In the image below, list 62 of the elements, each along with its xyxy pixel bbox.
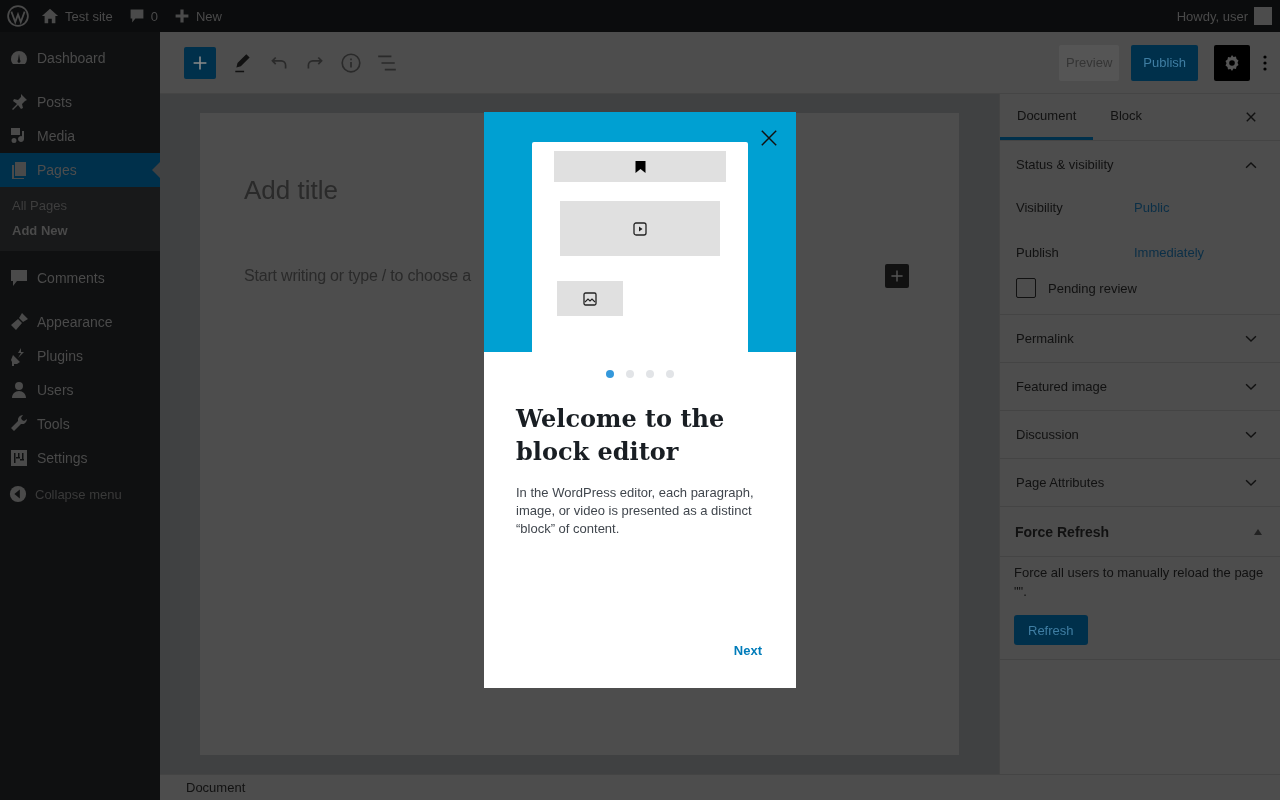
more-options-icon[interactable] — [1262, 53, 1268, 72]
plus-icon — [192, 54, 208, 71]
page-indicator-dot[interactable] — [666, 370, 674, 378]
menu-item[interactable]: Settings — [0, 441, 160, 475]
comments-link[interactable]: 0 — [128, 8, 158, 24]
field-label: Publish — [1016, 245, 1060, 260]
speech-bubble-icon — [9, 268, 29, 288]
sliders-icon — [9, 448, 29, 468]
menu-item[interactable]: Media — [0, 119, 160, 153]
description-text: Force all users to manually reload the page "". — [1014, 564, 1265, 601]
refresh-button[interactable]: Refresh — [1014, 615, 1088, 645]
sidebar-tab[interactable]: Document — [1000, 94, 1094, 140]
dialog-text: In the WordPress editor, each paragraph, image, or video is presented as a distinct “block” of content. — [516, 484, 755, 538]
image-icon — [583, 291, 597, 306]
left-arrow-circle-icon — [9, 485, 27, 503]
panel-title[interactable]: Featured image — [1016, 379, 1108, 394]
info-icon[interactable] — [340, 51, 362, 74]
menu-item[interactable]: Appearance — [0, 305, 160, 339]
settings-button[interactable] — [1214, 44, 1250, 81]
wordpress-logo-icon[interactable] — [7, 5, 29, 27]
checkbox[interactable] — [1016, 278, 1036, 298]
checkbox-label: Pending review — [1048, 280, 1137, 296]
field-value-link[interactable]: Immediately — [1134, 245, 1205, 260]
add-block-button[interactable] — [184, 46, 216, 79]
new-content-link[interactable]: New — [173, 8, 222, 24]
account-link[interactable]: Howdy, user — [1176, 7, 1272, 25]
person-icon — [9, 380, 29, 400]
wrench-icon — [9, 414, 29, 434]
bookmark-icon — [634, 160, 646, 173]
plus-icon — [173, 8, 190, 24]
avatar-placeholder — [1254, 7, 1272, 25]
menu-item[interactable]: Pages — [0, 153, 160, 187]
menu-item[interactable]: Comments — [0, 261, 160, 295]
dialog-heading: Welcome to the block editor — [516, 403, 726, 468]
home-icon — [41, 7, 59, 25]
plus-icon — [890, 269, 904, 283]
menu-item[interactable]: Users — [0, 373, 160, 407]
speech-bubble-icon — [128, 8, 145, 24]
triangle-up-icon[interactable] — [1254, 528, 1262, 535]
next-button[interactable]: Next — [721, 637, 774, 664]
panel-title[interactable]: Discussion — [1016, 427, 1079, 442]
panel-title[interactable]: Page Attributes — [1016, 475, 1105, 490]
field-value-link[interactable]: Public — [1134, 200, 1170, 215]
page-indicator-dot[interactable] — [606, 370, 614, 378]
menu-item[interactable]: Tools — [0, 407, 160, 441]
menu-item[interactable]: Dashboard — [0, 41, 160, 75]
site-name-link[interactable]: Test site — [41, 7, 113, 25]
sidebar-tab[interactable]: Block — [1093, 94, 1160, 140]
menu-item[interactable]: Plugins — [0, 339, 160, 373]
close-icon[interactable] — [760, 129, 778, 147]
page-indicator-dot[interactable] — [626, 370, 634, 378]
publish-button[interactable]: Publish — [1131, 44, 1198, 81]
panel-title[interactable]: Status & visibility — [1016, 157, 1114, 172]
menu-item[interactable]: Posts — [0, 85, 160, 119]
page-indicator-dot[interactable] — [646, 370, 654, 378]
breadcrumb-text[interactable]: Document — [186, 780, 246, 795]
pages-icon — [9, 160, 29, 180]
add-block-button[interactable] — [885, 264, 909, 288]
panel-title[interactable]: Permalink — [1016, 331, 1074, 346]
panel-title[interactable]: Force Refresh — [1015, 523, 1110, 540]
video-icon — [633, 221, 647, 236]
field-label: Visibility — [1016, 200, 1064, 215]
